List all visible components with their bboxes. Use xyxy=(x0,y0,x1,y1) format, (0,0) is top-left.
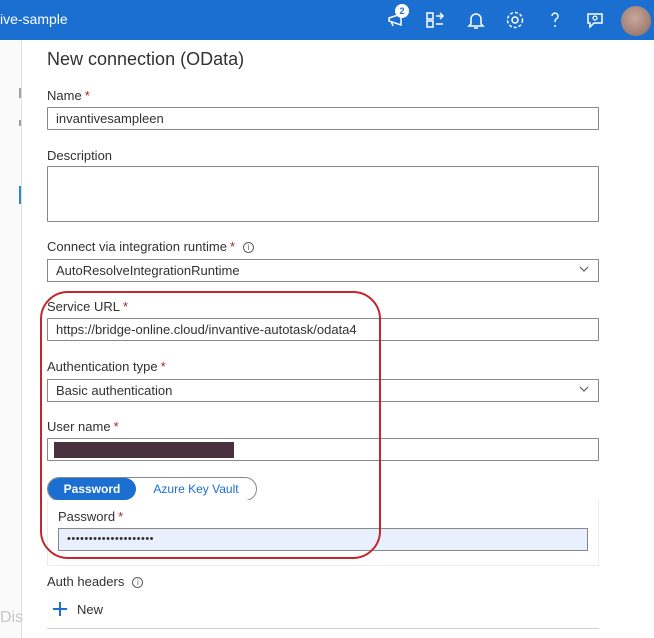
toggle-azure-key-vault[interactable]: Azure Key Vault xyxy=(136,478,256,500)
redacted-value xyxy=(54,442,234,458)
panel-title: New connection (OData) xyxy=(47,49,245,69)
required-marker: * xyxy=(122,299,129,314)
nav-marker xyxy=(19,88,21,98)
chevron-down-icon xyxy=(579,266,589,272)
directory-icon[interactable] xyxy=(423,8,447,32)
feedback-icon[interactable] xyxy=(583,8,607,32)
description-input[interactable] xyxy=(47,166,599,222)
password-label: Password * xyxy=(58,509,124,524)
required-marker: * xyxy=(84,88,90,103)
name-label: Name * xyxy=(47,88,90,103)
user-name-input[interactable] xyxy=(47,438,599,461)
notifications-icon[interactable]: 2 xyxy=(385,4,409,32)
bell-icon[interactable] xyxy=(464,8,488,32)
background-page-strip: Disc xyxy=(0,40,31,638)
description-label: Description xyxy=(47,148,113,163)
auth-type-label: Authentication type * xyxy=(47,359,166,374)
avatar[interactable] xyxy=(621,6,651,36)
auth-type-value: Basic authentication xyxy=(56,383,173,398)
plus-icon xyxy=(53,602,67,616)
info-icon[interactable]: i xyxy=(132,577,144,588)
name-input[interactable] xyxy=(47,107,599,130)
notification-badge: 2 xyxy=(395,4,409,18)
settings-icon[interactable] xyxy=(503,8,527,32)
info-icon[interactable]: i xyxy=(243,242,254,253)
help-icon[interactable] xyxy=(543,8,567,32)
runtime-label: Connect via integration runtime * i xyxy=(47,239,254,254)
service-url-input[interactable] xyxy=(47,318,599,341)
auth-type-select[interactable]: Basic authentication xyxy=(47,379,599,402)
toggle-password[interactable]: Password xyxy=(48,478,136,500)
user-name-label: User name * xyxy=(47,419,119,434)
runtime-value: AutoResolveIntegrationRuntime xyxy=(56,263,240,278)
required-marker: * xyxy=(229,239,235,254)
nav-selected-marker xyxy=(19,186,21,204)
auth-headers-label: Auth headers i xyxy=(47,574,144,589)
runtime-select[interactable]: AutoResolveIntegrationRuntime xyxy=(47,259,599,282)
required-marker: * xyxy=(113,419,119,434)
divider xyxy=(47,628,599,629)
nav-marker xyxy=(19,120,21,126)
required-marker: * xyxy=(160,359,166,374)
new-connection-panel: New connection (OData) Name* Description… xyxy=(23,40,654,638)
app-title: ive-sample xyxy=(0,11,68,27)
top-bar: ive-sample 2 xyxy=(0,0,654,40)
chevron-down-icon xyxy=(579,386,589,392)
service-url-label: Service URL * xyxy=(47,299,129,314)
required-marker: * xyxy=(118,509,124,524)
password-section: Password * •••••••••••••••••••• xyxy=(47,500,599,566)
new-header-button[interactable]: New xyxy=(53,602,103,622)
password-source-toggle: Password Azure Key Vault xyxy=(47,477,257,501)
password-input[interactable]: •••••••••••••••••••• xyxy=(58,528,588,551)
